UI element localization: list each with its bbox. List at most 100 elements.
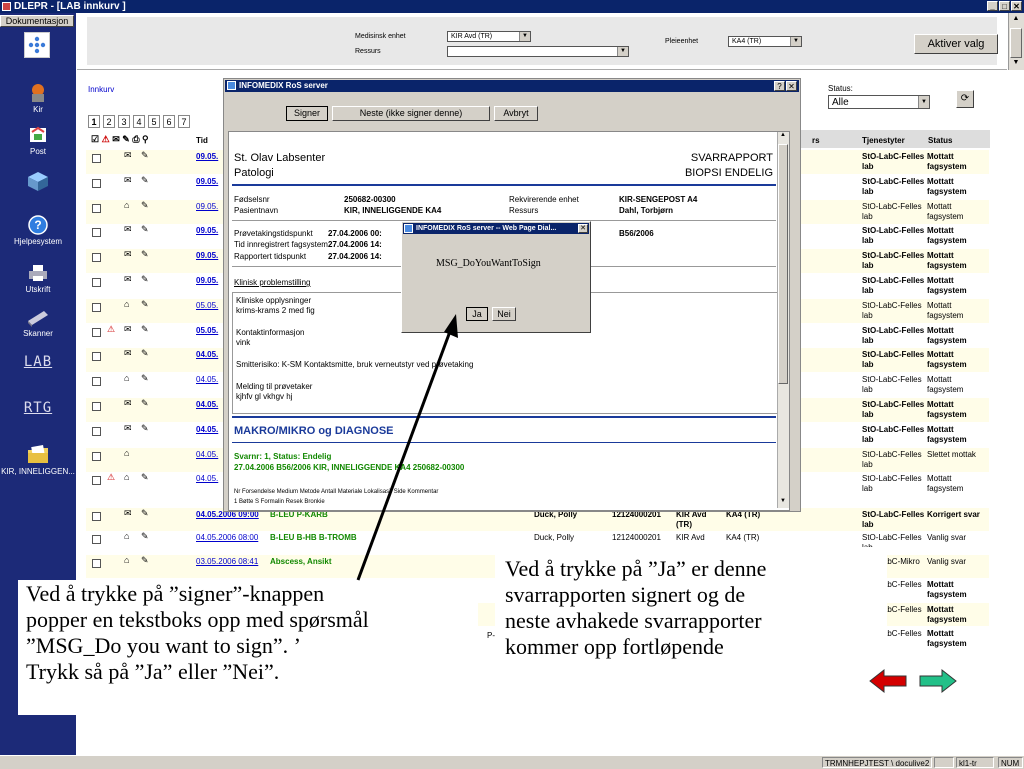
- sign-icon: ✎: [141, 398, 149, 408]
- sidebar-item-kir[interactable]: Kir: [0, 82, 76, 114]
- confirm-dialog-close-button[interactable]: ✕: [578, 224, 588, 233]
- row-date-link[interactable]: 05.05.: [196, 301, 218, 310]
- row-checkbox[interactable]: [92, 535, 101, 544]
- status-select[interactable]: Alle ▼: [828, 95, 930, 109]
- annotation-left-line-3: ”MSG_Do you want to sign”. ’: [26, 633, 301, 658]
- row-checkbox[interactable]: [92, 204, 101, 213]
- sidebar-item-rtg[interactable]: RTG: [0, 400, 76, 416]
- tab-page-3[interactable]: 3: [118, 115, 130, 128]
- row-status: Vanlig svar: [927, 533, 966, 542]
- tab-page-7[interactable]: 7: [178, 115, 190, 128]
- mail-icon: ✉: [112, 134, 120, 144]
- col-tjenestyter-header[interactable]: Tjenestyter: [862, 136, 905, 145]
- kontakt-line-2: vink: [236, 338, 251, 347]
- tab-page-2[interactable]: 2: [103, 115, 115, 128]
- top-scrollbar[interactable]: ▲ ▼: [1008, 13, 1024, 70]
- dokumentasjon-tab[interactable]: Dokumentasjon: [0, 15, 74, 27]
- avbryt-button[interactable]: Avbryt: [494, 106, 538, 121]
- row-checkbox[interactable]: [92, 303, 101, 312]
- dialog-help-button[interactable]: ?: [774, 81, 785, 91]
- dokumentasjon-icon[interactable]: [24, 32, 50, 58]
- row-checkbox[interactable]: [92, 278, 101, 287]
- tab-page-5[interactable]: 5: [148, 115, 160, 128]
- sidebar-item-post[interactable]: Post: [0, 124, 76, 156]
- sidebar-item-cube[interactable]: [0, 170, 76, 193]
- svarnr-line: Svarnr: 1, Status: Endelig: [234, 452, 332, 461]
- status-pane-server: TRMNHEPJTEST \ doculive2: [822, 757, 932, 768]
- klinisk-heading: Klinisk problemstilling: [234, 278, 311, 287]
- sidebar-item-lab[interactable]: LAB: [0, 354, 76, 370]
- tab-page-6[interactable]: 6: [163, 115, 175, 128]
- chevron-down-icon: ▼: [790, 37, 801, 46]
- scroll-down-icon[interactable]: ▼: [1010, 59, 1022, 69]
- row-date-link[interactable]: 09.05.: [196, 251, 218, 260]
- status-pane-user: kl1-tr: [956, 757, 994, 768]
- row-date-link[interactable]: 04.05.: [196, 400, 218, 409]
- scroll-thumb[interactable]: [1010, 28, 1022, 58]
- neste-button[interactable]: Neste (ikke signer denne): [332, 106, 490, 121]
- row-checkbox[interactable]: [92, 228, 101, 237]
- row-date-link[interactable]: 04.05.: [196, 474, 218, 483]
- row-date-link[interactable]: 04.05.: [196, 375, 218, 384]
- row-checkbox[interactable]: [92, 476, 101, 485]
- row-checkbox[interactable]: [92, 427, 101, 436]
- row-checkbox[interactable]: [92, 179, 101, 188]
- surgeon-icon: [25, 82, 51, 104]
- close-button[interactable]: ✕: [1011, 1, 1022, 11]
- col-tid-header[interactable]: Tid: [196, 136, 208, 145]
- row-checkbox[interactable]: [92, 154, 101, 163]
- maximize-button[interactable]: □: [999, 1, 1010, 11]
- pasient-label: Pasientnavn: [234, 206, 279, 215]
- row-checkbox[interactable]: [92, 512, 101, 521]
- tab-page-1[interactable]: 1: [88, 115, 100, 128]
- row-date-link[interactable]: 04.05.: [196, 425, 218, 434]
- row-date-link[interactable]: 09.05.: [196, 177, 218, 186]
- signer-button[interactable]: Signer: [286, 106, 328, 121]
- row-date-link[interactable]: 09.05.: [196, 276, 218, 285]
- status-label: Status:: [828, 84, 853, 93]
- row-date-link[interactable]: 09.05.: [196, 152, 218, 161]
- aktiver-valg-button[interactable]: Aktiver valg: [914, 34, 998, 54]
- innkurv-label[interactable]: Innkurv: [88, 85, 114, 94]
- row-date-link[interactable]: 05.05.: [196, 326, 218, 335]
- col-status-header[interactable]: Status: [928, 136, 952, 145]
- pointer-arrow: [356, 314, 458, 581]
- dialog-close-button[interactable]: ✕: [786, 81, 797, 91]
- scroll-up-icon[interactable]: ▲: [778, 132, 788, 142]
- row-checkbox[interactable]: [92, 452, 101, 461]
- report-scrollbar[interactable]: ▲ ▼: [777, 132, 789, 508]
- window-title-bar: DLEPR - [LAB innkurv ] _ □ ✕: [0, 0, 1024, 13]
- row-date-link[interactable]: 04.05.2006 08:00: [196, 533, 258, 542]
- previous-arrow-icon[interactable]: [868, 668, 908, 694]
- row-checkbox[interactable]: [92, 402, 101, 411]
- col-rs-header[interactable]: rs: [812, 136, 820, 145]
- status-value: Alle: [832, 97, 849, 108]
- sidebar-item-utskrift[interactable]: Utskrift: [0, 262, 76, 294]
- row-checkbox[interactable]: [92, 559, 101, 568]
- refresh-button[interactable]: ⟳: [956, 90, 974, 108]
- row-checkbox[interactable]: [92, 377, 101, 386]
- row-checkbox[interactable]: [92, 253, 101, 262]
- row-date-link[interactable]: 04.05.: [196, 350, 218, 359]
- row-checkbox[interactable]: [92, 352, 101, 361]
- row-checkbox[interactable]: [92, 328, 101, 337]
- scroll-down-icon[interactable]: ▼: [778, 498, 788, 508]
- sidebar-item-kir-inneliggende[interactable]: KIR, INNELIGGEN...: [0, 444, 76, 476]
- nei-button[interactable]: Nei: [492, 307, 516, 321]
- minimize-button[interactable]: _: [987, 1, 998, 11]
- sign-icon: ✎: [141, 348, 149, 358]
- pleieenhet-select[interactable]: KA4 (TR) ▼: [728, 36, 802, 47]
- tab-page-4[interactable]: 4: [133, 115, 145, 128]
- medisinsk-enhet-select[interactable]: KIR Avd (TR) ▼: [447, 31, 531, 42]
- sidebar-item-hjelpesystem[interactable]: ? Hjelpesystem: [0, 214, 76, 246]
- sidebar-item-skanner[interactable]: Skanner: [0, 306, 76, 338]
- row-date-link[interactable]: 03.05.2006 08:41: [196, 557, 258, 566]
- row-date-link[interactable]: 04.05.: [196, 450, 218, 459]
- scroll-up-icon[interactable]: ▲: [1010, 15, 1022, 25]
- next-arrow-icon[interactable]: [918, 668, 958, 694]
- ressurs-select[interactable]: ▼: [447, 46, 629, 57]
- checkbox-all-icon[interactable]: ☑: [91, 134, 99, 144]
- row-date-link[interactable]: 09.05.: [196, 226, 218, 235]
- scroll-thumb[interactable]: [778, 144, 788, 384]
- row-date-link[interactable]: 09.05.: [196, 202, 218, 211]
